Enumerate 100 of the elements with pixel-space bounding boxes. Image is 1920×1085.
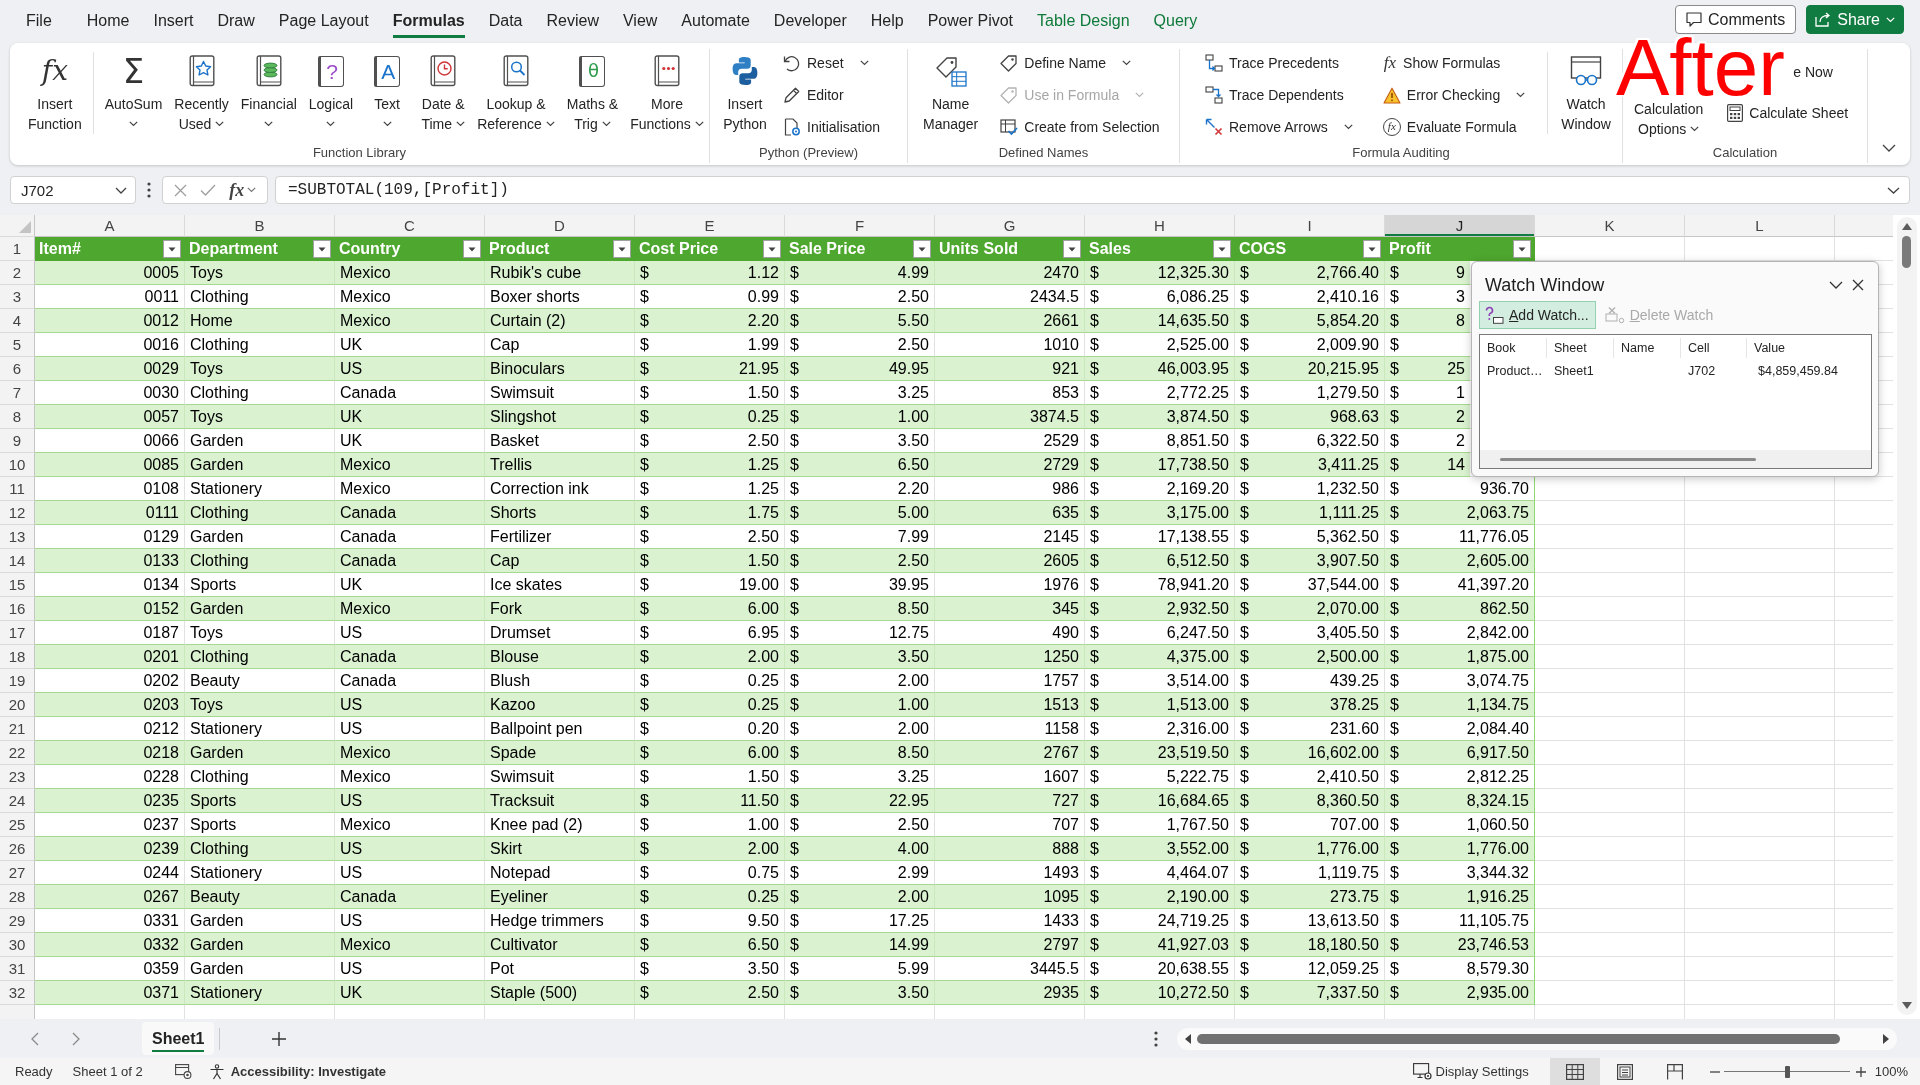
formula-field[interactable]: =SUBTOTAL(109,[Profit]) — [275, 176, 1910, 204]
horizontal-scrollbar[interactable] — [1177, 1027, 1897, 1050]
ribbon-button[interactable]: Trace Precedents — [1201, 49, 1357, 77]
ribbon-tab[interactable]: Help — [858, 3, 916, 40]
column-letter[interactable]: J — [1385, 215, 1535, 237]
ribbon-tab[interactable]: Home — [74, 3, 142, 40]
filter-dropdown-icon[interactable] — [313, 239, 331, 258]
ribbon-tab[interactable]: Review — [534, 3, 611, 40]
ribbon-tab[interactable]: Draw — [205, 3, 267, 40]
ribbon-button[interactable]: Trace Dependents — [1201, 81, 1357, 109]
display-settings-button[interactable]: Display Settings — [1412, 1063, 1529, 1080]
question-book-icon: ? — [318, 55, 344, 87]
ribbon-button[interactable]: A Text — [360, 49, 415, 139]
scroll-right-icon[interactable] — [1883, 1033, 1889, 1044]
comments-button[interactable]: Comments — [1674, 5, 1797, 34]
enter-check-icon[interactable] — [200, 184, 216, 196]
filter-dropdown-icon[interactable] — [463, 239, 481, 258]
zoom-level[interactable]: 100% — [1874, 1064, 1908, 1079]
add-watch-button[interactable]: Add Watch... — [1479, 301, 1596, 329]
scrollbar-thumb[interactable] — [1500, 457, 1756, 461]
ribbon-button[interactable]: Financial — [235, 49, 302, 139]
ribbon-tab[interactable]: Developer — [761, 3, 859, 40]
ribbon-button[interactable]: Reset — [779, 49, 885, 77]
ribbon-tab[interactable]: Automate — [669, 3, 762, 40]
add-sheet-icon[interactable] — [272, 1031, 287, 1046]
table-cell: $ 6.00 — [635, 597, 785, 621]
name-box[interactable]: J702 — [10, 176, 136, 204]
ribbon-button[interactable]: Remove Arrows — [1201, 113, 1357, 141]
filter-dropdown-icon[interactable] — [913, 239, 931, 258]
collapse-icon[interactable] — [1829, 281, 1843, 289]
ribbon-button[interactable]: Initialisation — [779, 113, 885, 141]
scroll-up-icon[interactable] — [1901, 223, 1912, 230]
ribbon-button[interactable]: Σ AutoSum — [99, 49, 168, 139]
scrollbar-thumb[interactable] — [1197, 1033, 1840, 1044]
ribbon-button[interactable]: Define Name — [996, 49, 1164, 77]
more-options-icon[interactable] — [147, 182, 151, 198]
ribbon-tab[interactable]: Data — [476, 3, 535, 40]
ribbon-button[interactable]: Name Manager — [918, 49, 984, 139]
arrows-cross-icon — [1205, 118, 1223, 136]
scroll-down-icon[interactable] — [1901, 1002, 1912, 1009]
slider-thumb[interactable] — [1784, 1065, 1790, 1078]
filter-dropdown-icon[interactable] — [1063, 239, 1081, 258]
ribbon-button[interactable]: Editor — [779, 81, 885, 109]
ribbon-tab[interactable]: Page Layout — [266, 3, 381, 40]
ribbon-tab[interactable]: Query — [1141, 3, 1210, 40]
sheet-tab[interactable]: Sheet1 — [142, 1022, 215, 1055]
collapse-ribbon-icon[interactable] — [1882, 144, 1896, 152]
table-cell: $ 1,134.75 — [1385, 693, 1535, 717]
group-label: Defined Names — [998, 144, 1089, 162]
ribbon-button[interactable]: Recently Used — [169, 49, 234, 139]
vertical-scrollbar[interactable] — [1896, 217, 1917, 1015]
zoom-in-icon[interactable] — [1855, 1066, 1866, 1077]
filter-dropdown-icon[interactable] — [1513, 239, 1531, 258]
ribbon-tab[interactable]: Insert — [141, 3, 206, 40]
ribbon-tab[interactable]: View — [610, 3, 670, 40]
filter-dropdown-icon[interactable] — [613, 239, 631, 258]
ribbon-button[interactable]: Calculate Sheet — [1723, 99, 1853, 127]
scroll-left-icon[interactable] — [1185, 1033, 1191, 1044]
share-button[interactable]: Share — [1806, 5, 1904, 34]
magnifier-book-icon — [502, 55, 529, 87]
ribbon-button[interactable]: θ Maths & Trig — [561, 49, 624, 139]
expand-formula-icon[interactable] — [1887, 186, 1900, 194]
table-cell: Cap — [485, 549, 635, 573]
table-cell: 0267 — [35, 885, 185, 909]
ribbon-button[interactable]: More Functions — [625, 49, 709, 139]
sheet-count-text[interactable]: Sheet 1 of 2 — [72, 1064, 143, 1079]
table-cell: $ 20,215.95 — [1235, 357, 1385, 381]
table-cell: 0201 — [35, 645, 185, 669]
ribbon-button[interactable]: Insert Python — [718, 49, 772, 139]
ribbon-button[interactable]: Lookup & Reference — [472, 49, 560, 139]
filter-dropdown-icon[interactable] — [763, 239, 781, 258]
accessibility-button[interactable]: Accessibility: Investigate — [208, 1063, 387, 1080]
ribbon-button[interactable]: Watch Window — [1556, 49, 1616, 139]
macro-record-icon[interactable] — [174, 1064, 192, 1079]
previous-sheet-icon[interactable] — [31, 1031, 39, 1046]
ribbon-tab[interactable]: Power Pivot — [915, 3, 1026, 40]
ribbon-tab[interactable]: Table Design — [1025, 3, 1142, 40]
ribbon-button[interactable]: Create from Selection — [996, 113, 1164, 141]
next-sheet-icon[interactable] — [72, 1031, 80, 1046]
scrollbar-thumb[interactable] — [1902, 236, 1911, 268]
ribbon-button[interactable]: e Now — [1789, 58, 1853, 86]
ribbon-tab[interactable]: File — [14, 3, 64, 40]
close-icon[interactable] — [1852, 279, 1864, 291]
chevron-down-icon[interactable] — [115, 186, 127, 194]
ribbon-button[interactable]: fx Show Formulas — [1378, 49, 1530, 77]
cancel-icon[interactable] — [173, 183, 187, 197]
filter-dropdown-icon[interactable] — [1213, 239, 1231, 258]
ribbon-button[interactable]: ? Logical — [303, 49, 359, 139]
table-cell: 2470 — [935, 261, 1085, 285]
normal-view-button[interactable] — [1549, 1058, 1600, 1085]
ribbon-button[interactable]: Error Checking — [1378, 81, 1530, 109]
filter-dropdown-icon[interactable] — [1363, 239, 1381, 258]
ribbon-button[interactable]: Calculation Options — [1629, 99, 1709, 139]
ribbon-button[interactable]: fx Evaluate Formula — [1378, 113, 1530, 141]
ribbon-button[interactable]: fx Insert Function — [23, 49, 87, 139]
delete-cell-icon — [1604, 306, 1625, 324]
ribbon-button[interactable]: Date & Time — [416, 49, 471, 139]
zoom-out-icon[interactable] — [1709, 1070, 1720, 1073]
more-options-icon[interactable] — [1154, 1030, 1158, 1047]
filter-dropdown-icon[interactable] — [163, 239, 181, 258]
